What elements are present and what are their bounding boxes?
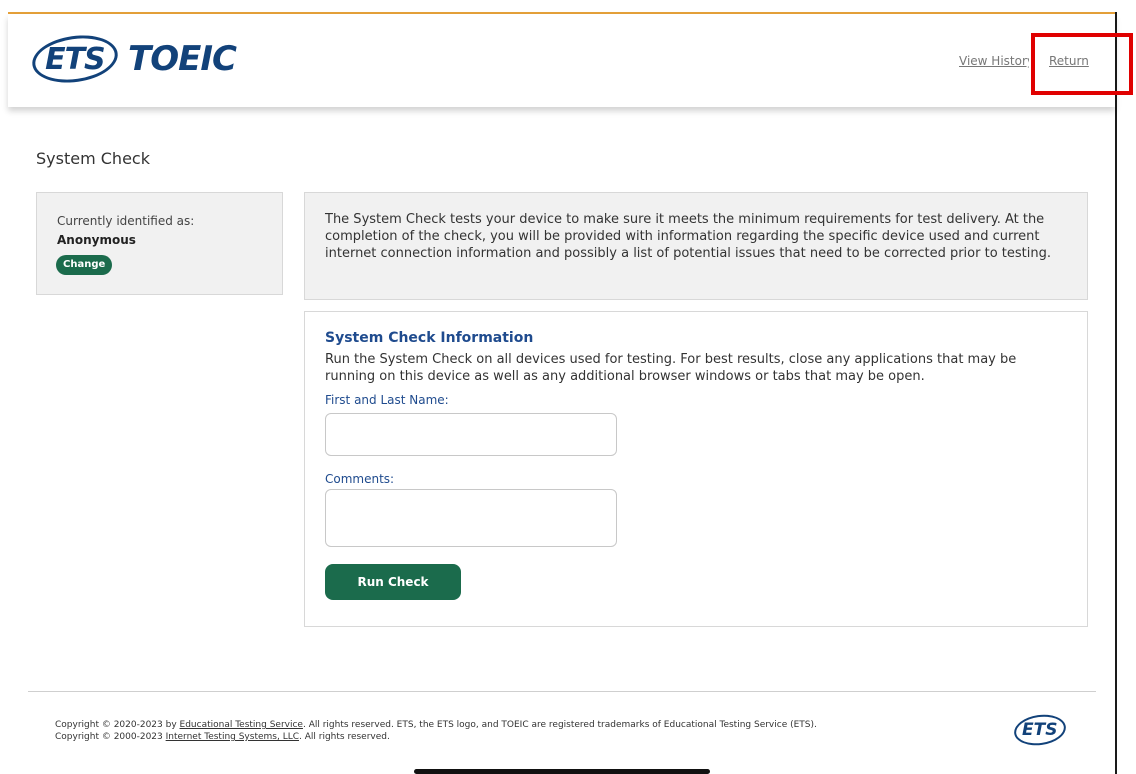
view-history-link[interactable]: View History (959, 54, 1029, 68)
system-check-form: System Check Information Run the System … (304, 311, 1088, 627)
copyright-line-2-prefix: Copyright © 2000-2023 (55, 732, 166, 742)
form-description: Run the System Check on all devices used… (325, 352, 1017, 384)
intro-text: The System Check tests your device to ma… (325, 212, 1051, 261)
identity-label: Currently identified as: (57, 214, 195, 228)
run-check-button[interactable]: Run Check (325, 564, 461, 600)
change-identity-button[interactable]: Change (56, 255, 113, 275)
home-indicator-bar (414, 769, 710, 774)
copyright-line-1-suffix: . All rights reserved. ETS, the ETS logo… (302, 720, 817, 730)
footer-ets-logo-text: ETS (1022, 720, 1058, 741)
comments-input[interactable] (325, 489, 617, 547)
name-input[interactable] (325, 413, 617, 456)
copyright-line-2: Copyright © 2000-2023 Internet Testing S… (55, 731, 817, 743)
identity-name: Anonymous (57, 233, 136, 247)
site-header: ETS TOEIC View History Return (8, 14, 1115, 107)
copyright-line-1-prefix: Copyright © 2020-2023 by (55, 720, 180, 730)
toeic-logo-text: TOEIC (128, 39, 237, 79)
its-link[interactable]: Internet Testing Systems, LLC (166, 732, 299, 742)
copyright-line-2-suffix: . All rights reserved. (299, 732, 390, 742)
system-check-intro-panel: The System Check tests your device to ma… (304, 192, 1088, 300)
ets-link[interactable]: Educational Testing Service (180, 720, 303, 730)
ets-toeic-logo[interactable]: ETS TOEIC (29, 30, 237, 88)
page-title: System Check (36, 149, 150, 168)
name-label: First and Last Name: (325, 393, 449, 407)
ets-logo-icon: ETS (29, 30, 121, 88)
ets-logo-text: ETS (45, 41, 105, 77)
annotation-highlight-box (1031, 33, 1133, 95)
copyright-text: Copyright © 2020-2023 by Educational Tes… (55, 719, 817, 743)
window-edge (1115, 12, 1117, 774)
identity-panel: Currently identified as: Anonymous Chang… (36, 192, 283, 295)
copyright-line-1: Copyright © 2020-2023 by Educational Tes… (55, 719, 817, 731)
footer-ets-logo-icon: ETS (1012, 711, 1068, 749)
form-heading: System Check Information (325, 330, 534, 346)
footer-divider (28, 691, 1096, 692)
comments-label: Comments: (325, 472, 395, 486)
